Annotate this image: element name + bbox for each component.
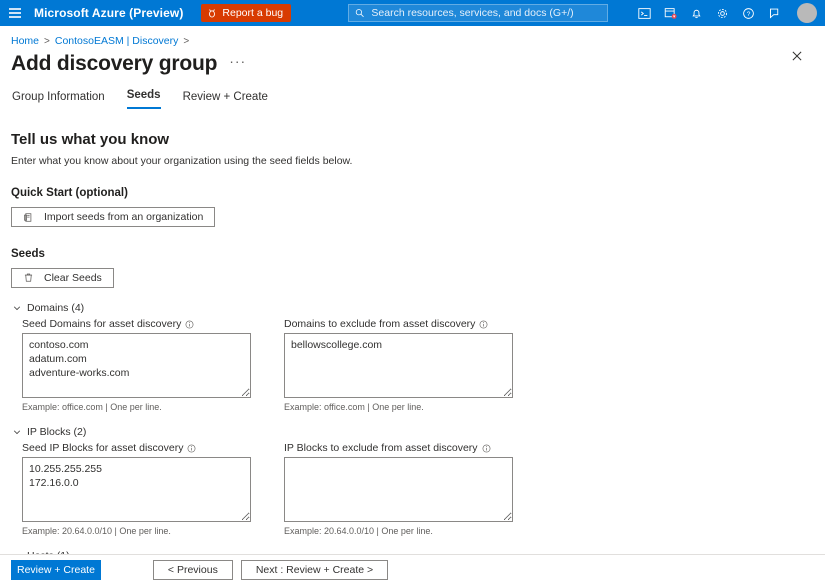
seed-ip-blocks-label-row: Seed IP Blocks for asset discovery — [22, 442, 262, 454]
tab-seeds[interactable]: Seeds — [127, 89, 161, 109]
group-toggle-ip-blocks[interactable]: IP Blocks (2) — [12, 426, 825, 438]
info-icon[interactable] — [479, 320, 488, 329]
exclude-domains-example: Example: office.com | One per line. — [284, 402, 524, 412]
close-button[interactable] — [788, 47, 806, 65]
info-icon[interactable] — [482, 444, 491, 453]
exclude-domains-label: Domains to exclude from asset discovery — [284, 318, 475, 330]
seed-group-domains: Domains (4) Seed Domains for asset disco… — [11, 302, 825, 412]
group-toggle-domains[interactable]: Domains (4) — [12, 302, 825, 314]
seed-ip-blocks-label: Seed IP Blocks for asset discovery — [22, 442, 183, 454]
wizard-footer: Review + Create < Previous Next : Review… — [0, 554, 825, 585]
azure-top-bar: Microsoft Azure (Preview) Report a bug — [0, 0, 825, 26]
section-heading: Tell us what you know — [11, 131, 825, 148]
exclude-domains-field: Domains to exclude from asset discovery … — [284, 318, 524, 412]
group-title-domains: Domains (4) — [27, 302, 84, 314]
quick-start-heading: Quick Start (optional) — [11, 187, 825, 199]
section-subheading: Enter what you know about your organizat… — [11, 155, 825, 167]
seed-domains-label-row: Seed Domains for asset discovery — [22, 318, 262, 330]
settings-gear-icon[interactable] — [709, 0, 735, 26]
seed-ip-blocks-field: Seed IP Blocks for asset discovery Examp… — [22, 442, 262, 536]
quick-start-actions: Import seeds from an organization — [11, 207, 825, 228]
group-fields-domains: Seed Domains for asset discovery Example… — [11, 318, 825, 412]
exclude-ip-blocks-example: Example: 20.64.0.0/10 | One per line. — [284, 526, 524, 536]
chevron-down-icon — [12, 303, 22, 313]
seeds-heading: Seeds — [11, 248, 825, 260]
next-button[interactable]: Next : Review + Create > — [241, 560, 388, 580]
trash-icon — [23, 272, 34, 283]
breadcrumb-item-home[interactable]: Home — [11, 35, 39, 47]
exclude-domains-label-row: Domains to exclude from asset discovery — [284, 318, 524, 330]
search-icon — [355, 8, 364, 18]
exclude-ip-blocks-label-row: IP Blocks to exclude from asset discover… — [284, 442, 524, 454]
seed-ip-blocks-input[interactable] — [22, 457, 251, 522]
chevron-down-icon — [12, 427, 22, 437]
import-seeds-label: Import seeds from an organization — [44, 211, 203, 223]
breadcrumb-separator: > — [44, 36, 50, 47]
seeds-actions: Clear Seeds — [11, 268, 825, 289]
cloud-shell-icon[interactable] — [631, 0, 657, 26]
seed-domains-field: Seed Domains for asset discovery Example… — [22, 318, 262, 412]
import-organization-icon — [23, 212, 34, 223]
feedback-icon[interactable] — [761, 0, 787, 26]
breadcrumb: Home > ContosoEASM | Discovery > — [0, 26, 825, 47]
global-search[interactable] — [348, 4, 608, 22]
close-icon — [791, 50, 803, 62]
help-question-icon[interactable]: ? — [735, 0, 761, 26]
bug-icon — [207, 8, 217, 18]
exclude-ip-blocks-label: IP Blocks to exclude from asset discover… — [284, 442, 478, 454]
review-create-button[interactable]: Review + Create — [11, 560, 101, 580]
import-seeds-button[interactable]: Import seeds from an organization — [11, 207, 215, 227]
clear-seeds-button[interactable]: Clear Seeds — [11, 268, 114, 288]
more-options-button[interactable]: ··· — [229, 53, 246, 75]
info-icon[interactable] — [187, 444, 196, 453]
report-a-bug-button[interactable]: Report a bug — [201, 4, 291, 22]
breadcrumb-item-discovery[interactable]: ContosoEASM | Discovery — [55, 35, 179, 47]
tab-review-create[interactable]: Review + Create — [183, 91, 268, 109]
directories-subscriptions-icon[interactable] — [657, 0, 683, 26]
tab-group-information[interactable]: Group Information — [12, 91, 105, 109]
previous-button[interactable]: < Previous — [153, 560, 233, 580]
clear-seeds-label: Clear Seeds — [44, 272, 102, 284]
svg-text:?: ? — [746, 11, 750, 18]
exclude-ip-blocks-input[interactable] — [284, 457, 513, 522]
breadcrumb-separator-2: > — [183, 36, 189, 47]
hamburger-icon[interactable] — [0, 0, 30, 26]
top-bar-icon-group: ? — [631, 0, 825, 26]
seed-ip-blocks-example: Example: 20.64.0.0/10 | One per line. — [22, 526, 262, 536]
report-a-bug-label: Report a bug — [222, 7, 283, 19]
group-fields-ip-blocks: Seed IP Blocks for asset discovery Examp… — [11, 442, 825, 536]
notifications-bell-icon[interactable] — [683, 0, 709, 26]
seed-domains-example: Example: office.com | One per line. — [22, 402, 262, 412]
azure-brand-title[interactable]: Microsoft Azure (Preview) — [34, 6, 183, 20]
seed-domains-label: Seed Domains for asset discovery — [22, 318, 181, 330]
search-input[interactable] — [369, 6, 601, 20]
avatar[interactable] — [797, 3, 817, 23]
wizard-tabs: Group Information Seeds Review + Create — [0, 89, 825, 109]
seed-group-ip-blocks: IP Blocks (2) Seed IP Blocks for asset d… — [11, 426, 825, 536]
page-title: Add discovery group — [11, 52, 217, 76]
exclude-domains-input[interactable] — [284, 333, 513, 398]
seed-domains-input[interactable] — [22, 333, 251, 398]
title-row: Add discovery group ··· — [0, 47, 825, 76]
info-icon[interactable] — [185, 320, 194, 329]
seeds-form: Tell us what you know Enter what you kno… — [0, 131, 825, 585]
exclude-ip-blocks-field: IP Blocks to exclude from asset discover… — [284, 442, 524, 536]
group-title-ip-blocks: IP Blocks (2) — [27, 426, 86, 438]
